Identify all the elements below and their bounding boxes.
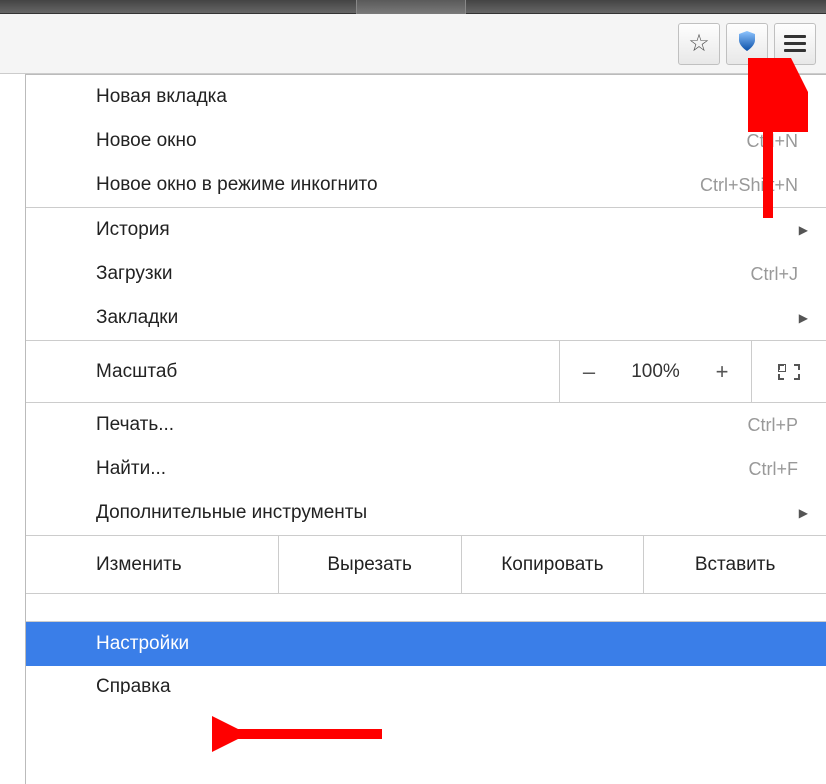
shield-icon <box>735 29 759 59</box>
menu-item-label: История <box>96 219 170 241</box>
zoom-controls: – 100% + <box>559 341 751 402</box>
chevron-right-icon: ▶ <box>799 311 808 325</box>
menu-item-history[interactable]: История ▶ <box>26 208 826 252</box>
extension-button[interactable] <box>726 23 768 65</box>
menu-section-history: История ▶ Загрузки Ctrl+J Закладки ▶ <box>26 208 826 341</box>
menu-item-help[interactable]: Справка <box>26 666 826 694</box>
menu-item-label: Печать... <box>96 414 174 436</box>
zoom-label: Масштаб <box>26 341 559 402</box>
tab-artifact <box>356 0 466 14</box>
menu-item-label: Дополнительные инструменты <box>96 502 367 524</box>
cut-button[interactable]: Вырезать <box>279 536 462 593</box>
menu-spacer <box>26 594 826 622</box>
menu-item-more-tools[interactable]: Дополнительные инструменты ▶ <box>26 491 826 535</box>
menu-item-find[interactable]: Найти... Ctrl+F <box>26 447 826 491</box>
annotation-arrow-settings <box>212 714 392 754</box>
menu-item-shortcut: Ctrl+P <box>747 415 798 436</box>
menu-item-new-window[interactable]: Новое окно Ctrl+N <box>26 119 826 163</box>
menu-item-label: Закладки <box>96 307 178 329</box>
menu-item-shortcut: Ctrl+N <box>746 131 798 152</box>
menu-item-settings[interactable]: Настройки <box>26 622 826 666</box>
bookmark-star-button[interactable]: ☆ <box>678 23 720 65</box>
zoom-in-button[interactable]: + <box>693 341 751 402</box>
menu-item-new-tab[interactable]: Новая вкладка Ctrl+T <box>26 75 826 119</box>
menu-section-tools: Печать... Ctrl+P Найти... Ctrl+F Дополни… <box>26 403 826 536</box>
menu-item-incognito[interactable]: Новое окно в режиме инкогнито Ctrl+Shift… <box>26 163 826 207</box>
main-menu-button[interactable] <box>774 23 816 65</box>
menu-item-label: Загрузки <box>96 263 172 285</box>
menu-item-shortcut: Ctrl+J <box>750 264 798 285</box>
menu-item-shortcut: Ctrl+Shift+N <box>700 175 798 196</box>
menu-zoom-row: Масштаб – 100% + <box>26 341 826 403</box>
chevron-right-icon: ▶ <box>799 506 808 520</box>
main-menu-dropdown: Новая вкладка Ctrl+T Новое окно Ctrl+N Н… <box>26 74 826 694</box>
menu-item-label: Новое окно в режиме инкогнито <box>96 174 378 196</box>
menu-item-bookmarks[interactable]: Закладки ▶ <box>26 296 826 340</box>
menu-section-new: Новая вкладка Ctrl+T Новое окно Ctrl+N Н… <box>26 75 826 208</box>
menu-item-label: Справка <box>96 676 171 694</box>
star-icon: ☆ <box>688 29 710 58</box>
menu-edit-row: Изменить Вырезать Копировать Вставить <box>26 536 826 594</box>
paste-button[interactable]: Вставить <box>644 536 826 593</box>
fullscreen-button[interactable] <box>751 341 826 402</box>
fullscreen-icon <box>778 364 800 380</box>
menu-item-label: Новое окно <box>96 130 197 152</box>
copy-button[interactable]: Копировать <box>462 536 645 593</box>
menu-item-shortcut: Ctrl+T <box>749 87 799 108</box>
edit-label: Изменить <box>26 536 279 593</box>
browser-toolbar: ☆ <box>0 14 826 74</box>
menu-item-print[interactable]: Печать... Ctrl+P <box>26 403 826 447</box>
zoom-value: 100% <box>618 341 693 402</box>
menu-item-label: Найти... <box>96 458 166 480</box>
menu-item-label: Настройки <box>96 633 189 655</box>
menu-item-label: Новая вкладка <box>96 86 227 108</box>
menu-item-shortcut: Ctrl+F <box>749 459 799 480</box>
left-panel-edge <box>0 74 26 784</box>
hamburger-icon <box>784 35 806 52</box>
zoom-out-button[interactable]: – <box>560 341 618 402</box>
chevron-right-icon: ▶ <box>799 223 808 237</box>
menu-item-downloads[interactable]: Загрузки Ctrl+J <box>26 252 826 296</box>
